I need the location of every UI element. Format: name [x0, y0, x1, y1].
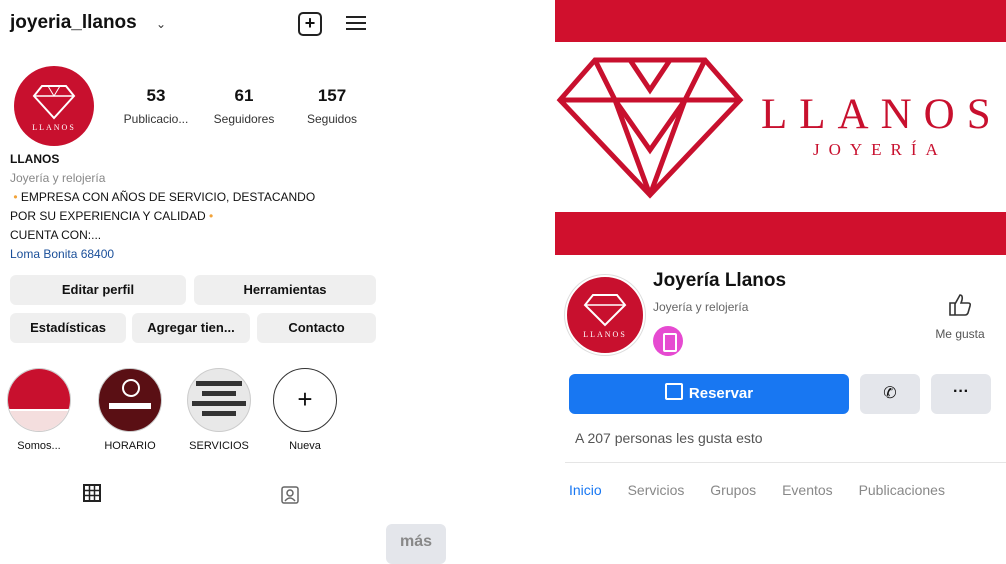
- stat-label: Publicacio...: [123, 112, 189, 126]
- add-store-button[interactable]: Agregar tien...: [132, 313, 250, 343]
- diamond-logo-icon: LLANOS: [583, 294, 627, 339]
- stat-followers[interactable]: 61 Seguidores: [204, 86, 284, 126]
- divider: [565, 462, 1006, 463]
- instagram-profile: joyeria_llanos ⌄ + LLANOS 53 Publicacio.…: [0, 0, 446, 564]
- tagged-user-icon[interactable]: [280, 484, 300, 504]
- tab-eventos[interactable]: Eventos: [782, 482, 833, 498]
- thumbs-up-icon: [949, 294, 972, 316]
- highlight-cover: [187, 368, 251, 432]
- tab-publicaciones[interactable]: Publicaciones: [859, 482, 945, 498]
- stat-posts[interactable]: 53 Publicacio...: [116, 86, 196, 126]
- bio: LLANOS Joyería y relojería • EMPRESA CON…: [10, 150, 446, 564]
- stat-value: 157: [317, 86, 347, 105]
- highlight-new[interactable]: + Nueva: [272, 368, 338, 452]
- more-button[interactable]: ···: [931, 374, 991, 414]
- stat-value: 61: [234, 86, 254, 105]
- highlight-somos[interactable]: Somos...: [6, 368, 72, 452]
- like-button[interactable]: Me gusta: [925, 292, 995, 341]
- bio-name: LLANOS: [10, 152, 60, 166]
- page-title: Joyería Llanos: [653, 270, 787, 291]
- more-link[interactable]: más: [386, 524, 446, 564]
- stat-following[interactable]: 157 Seguidos: [292, 86, 372, 126]
- contact-button[interactable]: Contacto: [257, 313, 376, 343]
- highlight-servicios[interactable]: SERVICIOS: [186, 368, 252, 452]
- highlight-horario[interactable]: HORARIO: [97, 368, 163, 452]
- stats-button[interactable]: Estadísticas: [10, 313, 126, 343]
- stat-label: Seguidores: [213, 112, 275, 126]
- ig-header: joyeria_llanos ⌄ +: [10, 10, 380, 40]
- cover-band: [555, 212, 1006, 255]
- tab-servicios[interactable]: Servicios: [628, 482, 685, 498]
- reserve-button[interactable]: Reservar: [569, 374, 849, 414]
- cover-photo[interactable]: LLANOS JOYERÍA: [555, 0, 1006, 255]
- stat-label: Seguidos: [306, 112, 358, 126]
- highlight-cover: [98, 368, 162, 432]
- bio-line: POR SU EXPERIENCIA Y CALIDAD •: [10, 209, 214, 223]
- like-label: Me gusta: [935, 327, 985, 341]
- cover-subtitle: JOYERÍA: [813, 140, 947, 159]
- add-highlight-icon: +: [273, 368, 337, 432]
- avatar[interactable]: LLANOS: [14, 66, 94, 146]
- badge-icon[interactable]: [653, 326, 683, 356]
- reserve-label: Reservar: [688, 385, 754, 402]
- avatar-text: LLANOS: [583, 330, 627, 339]
- cover-band: [555, 0, 1006, 42]
- cover-title: LLANOS: [761, 91, 1003, 138]
- page-tabs: Inicio Servicios Grupos Eventos Publicac…: [569, 482, 967, 498]
- avatar-text: LLANOS: [32, 123, 76, 132]
- tools-button[interactable]: Herramientas: [194, 275, 376, 305]
- edit-profile-button[interactable]: Editar perfil: [10, 275, 186, 305]
- chevron-down-icon[interactable]: ⌄: [156, 17, 166, 31]
- tab-grupos[interactable]: Grupos: [710, 482, 756, 498]
- highlight-label: Somos...: [17, 440, 61, 452]
- highlight-cover: [7, 368, 71, 432]
- bio-line: • EMPRESA CON AÑOS DE SERVICIO, DESTACAN…: [13, 190, 316, 204]
- likes-count: A 207 personas les gusta esto: [575, 430, 763, 446]
- bio-category: Joyería y relojería: [10, 171, 106, 185]
- highlight-label: SERVICIOS: [189, 440, 249, 452]
- diamond-logo-icon: [556, 57, 744, 199]
- grid-icon[interactable]: [83, 484, 101, 502]
- add-post-icon[interactable]: +: [298, 12, 322, 36]
- diamond-logo-icon: LLANOS: [32, 85, 76, 132]
- phone-icon: ✆: [883, 385, 897, 402]
- call-button[interactable]: ✆: [860, 374, 920, 414]
- calendar-icon: [664, 383, 683, 400]
- highlight-label: Nueva: [289, 440, 321, 452]
- bio-location[interactable]: Loma Bonita 68400: [10, 245, 380, 264]
- tab-inicio[interactable]: Inicio: [569, 482, 602, 498]
- menu-icon[interactable]: [346, 12, 366, 30]
- highlight-label: HORARIO: [104, 440, 156, 452]
- page-category: Joyería y relojería: [653, 300, 749, 314]
- stat-value: 53: [146, 86, 166, 105]
- avatar[interactable]: LLANOS: [565, 275, 645, 355]
- ig-username[interactable]: joyeria_llanos: [10, 12, 137, 34]
- bio-line: CUENTA CON:... más: [10, 226, 446, 564]
- facebook-page: LLANOS JOYERÍA LLANOS Joyería Llanos Joy…: [555, 0, 1006, 508]
